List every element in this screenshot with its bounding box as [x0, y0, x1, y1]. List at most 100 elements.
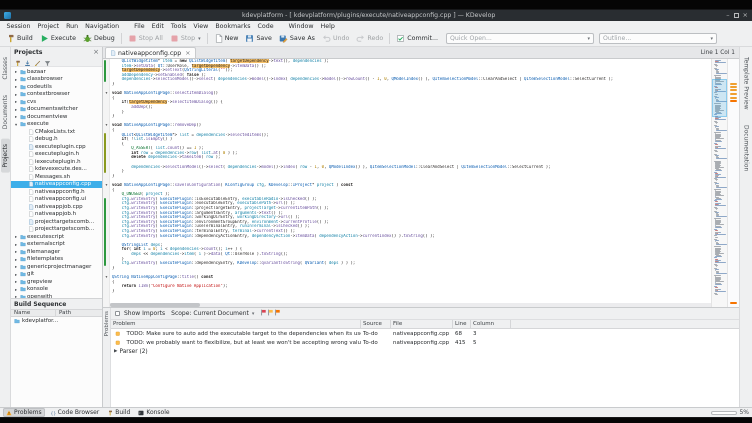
- tree-item-cmakelists-txt[interactable]: CMakeLists.txt: [11, 128, 102, 136]
- menu-window[interactable]: Window: [285, 23, 317, 30]
- minimap-scrollbar[interactable]: [711, 59, 727, 307]
- problems-column-source[interactable]: Source: [361, 320, 391, 328]
- build-sequence-row[interactable]: kdevplatfor...: [11, 317, 102, 325]
- toolbar-commit-button[interactable]: Commit...: [393, 33, 441, 44]
- tree-item-documentswitcher[interactable]: ▸ documentswitcher: [11, 106, 102, 114]
- menu-file[interactable]: File: [131, 23, 149, 30]
- document-tab[interactable]: nativeappconfig.cpp ×: [105, 47, 196, 58]
- tree-item-nativeappconfig-ui[interactable]: nativeappconfig.ui: [11, 196, 102, 204]
- menu-bookmarks[interactable]: Bookmarks: [212, 23, 254, 30]
- tree-item-executeplugin-h[interactable]: executeplugin.h: [11, 151, 102, 159]
- toolbar-stop-all-button[interactable]: Stop All: [125, 33, 166, 44]
- problem-row[interactable]: TODO: we probably want to flexibilize, b…: [111, 338, 739, 347]
- toolbar-execute-button[interactable]: Execute: [37, 33, 79, 44]
- menu-session[interactable]: Session: [3, 23, 34, 30]
- menu-project[interactable]: Project: [34, 23, 63, 30]
- expander-icon[interactable]: ▸: [14, 242, 18, 247]
- tree-item-genericprojectmanager[interactable]: ▸ genericprojectmanager: [11, 263, 102, 271]
- left-dock-tab-projects[interactable]: Projects: [0, 138, 10, 173]
- expander-icon[interactable]: ▸: [14, 279, 18, 284]
- left-dock-tab-documents[interactable]: Documents: [1, 90, 10, 134]
- hint-filter-button[interactable]: [274, 309, 281, 316]
- tree-item-iexecuteplugin-h[interactable]: iexecuteplugin.h: [11, 158, 102, 166]
- tree-item-documentview[interactable]: ▸ documentview: [11, 113, 102, 121]
- projects-panel-close-icon[interactable]: ×: [93, 48, 99, 56]
- tree-item-nativeappconfig-cpp[interactable]: nativeappconfig.cpp: [11, 180, 102, 188]
- tree-item-bazaar[interactable]: ▸ bazaar: [11, 68, 102, 76]
- tree-item-grepview[interactable]: ▸ grepview: [11, 278, 102, 286]
- expander-icon[interactable]: ▸: [14, 107, 18, 112]
- tree-item-filemanager[interactable]: ▸ filemanager: [11, 248, 102, 256]
- tree-item-executescript[interactable]: ▸ executescript: [11, 233, 102, 241]
- statusbar-code-browser-button[interactable]: {} Code Browser: [47, 408, 103, 417]
- title-bar[interactable]: kdevplatform - [ kdevplatform/plugins/ex…: [0, 10, 752, 21]
- expander-icon[interactable]: ▸: [14, 92, 18, 97]
- fold-arrow-icon[interactable]: ▾: [106, 274, 108, 279]
- menu-navigation[interactable]: Navigation: [82, 23, 123, 30]
- tree-item-contextbrowser[interactable]: ▸ contextbrowser: [11, 91, 102, 99]
- tree-item-nativeappconfig-h[interactable]: nativeappconfig.h: [11, 188, 102, 196]
- code-line[interactable]: [112, 293, 711, 298]
- tree-item-kdevexecute-des[interactable]: kdevexecute.des...: [11, 166, 102, 174]
- menu-run[interactable]: Run: [63, 23, 82, 30]
- toolbar-debug-button[interactable]: Debug: [80, 33, 118, 44]
- tree-item-konsole[interactable]: ▸ konsole: [11, 286, 102, 294]
- build-sequence-column-name[interactable]: Name: [11, 310, 56, 316]
- menu-view[interactable]: View: [190, 23, 212, 30]
- show-imports-checkbox[interactable]: [115, 311, 120, 316]
- code-text[interactable]: QListWidgetItem* item = new QListWidgetI…: [110, 59, 711, 307]
- problem-row[interactable]: TODO: Make sure to auto add the executab…: [111, 329, 739, 338]
- scope-selector[interactable]: Scope: Current Document ▾: [169, 310, 256, 317]
- expander-icon[interactable]: ▸: [14, 99, 18, 104]
- statusbar-problems-button[interactable]: Problems: [3, 408, 45, 417]
- code-editor[interactable]: ▾ ▾ ▾ ▾ QListWidgetItem* item = new QListWi…: [103, 59, 739, 307]
- tree-item-cvs[interactable]: ▸ cvs: [11, 98, 102, 106]
- menu-tools[interactable]: Tools: [167, 23, 190, 30]
- fold-arrow-icon[interactable]: ▾: [106, 182, 108, 187]
- expander-icon[interactable]: ▸: [14, 257, 18, 262]
- warning-filter-button[interactable]: [267, 309, 274, 316]
- tree-item-debug-h[interactable]: debug.h: [11, 136, 102, 144]
- expander-icon[interactable]: ▸: [14, 249, 18, 254]
- problems-column-line[interactable]: Line: [453, 320, 471, 328]
- tree-item-messages-sh[interactable]: Messages.sh: [11, 173, 102, 181]
- menu-help[interactable]: Help: [317, 23, 338, 30]
- parser-group-row[interactable]: ▶ Parser (2): [111, 347, 739, 356]
- tree-item-nativeappjob-h[interactable]: nativeappjob.h: [11, 211, 102, 219]
- tree-item-git[interactable]: ▸ git: [11, 271, 102, 279]
- minimap-view-rect[interactable]: [712, 79, 727, 117]
- problems-column-column[interactable]: Column: [471, 320, 511, 328]
- expander-icon[interactable]: ▸: [14, 69, 18, 74]
- expander-icon[interactable]: ▸: [14, 84, 18, 89]
- menu-code[interactable]: Code: [254, 23, 277, 30]
- menu-edit[interactable]: Edit: [148, 23, 167, 30]
- expander-icon[interactable]: ▸: [14, 264, 18, 269]
- minimize-button[interactable]: –: [726, 12, 729, 19]
- fold-arrow-icon[interactable]: ▾: [106, 123, 108, 127]
- toolbar-stop-button[interactable]: Stop ▾: [167, 33, 204, 44]
- problems-column-file[interactable]: File: [391, 320, 453, 328]
- toolbar-new-button[interactable]: New: [211, 33, 242, 44]
- statusbar-konsole-button[interactable]: Konsole: [135, 408, 172, 417]
- tree-item-executeplugin-cpp[interactable]: executeplugin.cpp: [11, 143, 102, 151]
- expander-icon[interactable]: ▸: [14, 287, 18, 292]
- tree-item-filetemplates[interactable]: ▸ filetemplates: [11, 256, 102, 264]
- toolbar-redo-button[interactable]: Redo: [353, 33, 386, 44]
- tree-item-classbrowser[interactable]: ▸ classbrowser: [11, 76, 102, 84]
- maximize-button[interactable]: [733, 13, 739, 18]
- fold-arrow-icon[interactable]: ▾: [106, 90, 108, 95]
- problems-column-problem[interactable]: Problem: [111, 320, 361, 328]
- statusbar-build-button[interactable]: Build: [104, 408, 133, 417]
- quick-open-field[interactable]: Quick Open... ▾: [445, 33, 594, 44]
- expander-icon[interactable]: ▸: [14, 234, 18, 239]
- right-dock-tab-documentation[interactable]: Documentation: [742, 120, 751, 176]
- tab-close-icon[interactable]: ×: [185, 49, 190, 57]
- left-dock-tab-classes[interactable]: Classes: [1, 52, 10, 85]
- toolbar-undo-button[interactable]: Undo: [319, 33, 352, 44]
- expander-icon[interactable]: ▸: [14, 77, 18, 82]
- error-filter-button[interactable]: [260, 309, 267, 316]
- tree-item-projecttargetscomb[interactable]: projecttargetscomb...: [11, 218, 102, 226]
- tree-item-execute[interactable]: ▾ execute: [11, 121, 102, 129]
- toolbar-save-as-button[interactable]: Save As: [276, 33, 318, 44]
- close-button[interactable]: ×: [743, 12, 748, 19]
